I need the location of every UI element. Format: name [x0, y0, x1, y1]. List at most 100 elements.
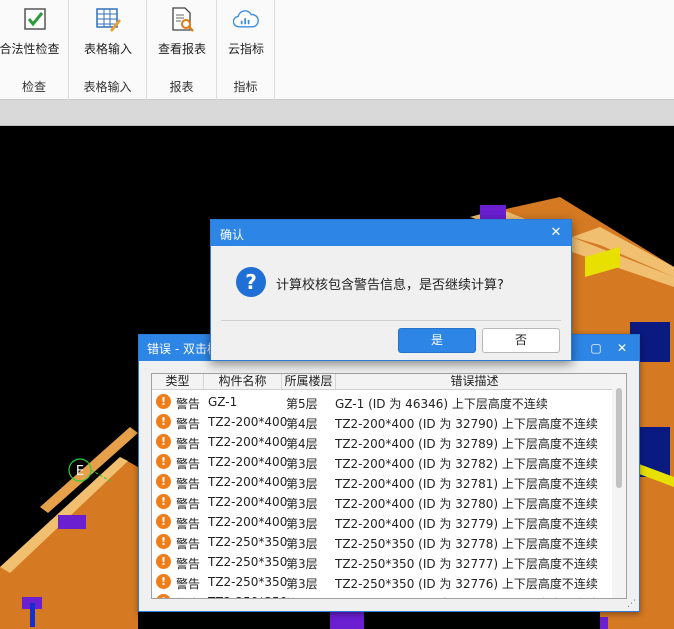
group-label-check: 检查 [21, 80, 46, 94]
toolbar-strip [0, 100, 674, 126]
dialog-divider [221, 320, 561, 321]
error-row[interactable]: ! 警告 TZ2-200*400 第3层 TZ2-200*400 (ID 为 32781… [152, 472, 614, 492]
group-label-table-input: 表格输入 [83, 80, 132, 94]
row-desc: GZ-1 (ID 为 46346) 上下层高度不连续 [335, 397, 548, 411]
check-icon [23, 8, 46, 30]
warning-icon: ! [156, 414, 171, 429]
row-name: GZ-1 [208, 395, 238, 409]
row-name: TZ2-250*350 [208, 535, 288, 549]
error-list[interactable]: 类型 构件名称 所属楼层 错误描述 ! 警告 GZ-1 第5层 GZ-1 (ID 为 4… [151, 373, 627, 599]
row-floor: 第3层 [286, 477, 318, 491]
dialog-message: 计算校核包含警告信息，是否继续计算? [276, 278, 504, 293]
row-type: 警告 [176, 577, 201, 591]
row-floor: 第3层 [286, 457, 318, 471]
row-type: 警告 [176, 397, 201, 411]
warning-icon: ! [156, 554, 171, 569]
validity-check-button[interactable]: 合法性检查 [0, 6, 69, 66]
col-desc[interactable]: 错误描述 [336, 374, 614, 390]
row-name: TZ2-200*400 [208, 435, 288, 449]
row-desc: TZ2-250*350 (ID 为 32775) 上下层高度不连续 [335, 595, 598, 598]
axis-label-e: E [76, 464, 84, 479]
row-desc: TZ2-200*400 (ID 为 32780) 上下层高度不连续 [335, 497, 598, 511]
row-type: 警告 [176, 557, 201, 571]
ribbon-group-check: 合法性检查 检查 [0, 0, 69, 100]
view-report-label: 查看报表 [157, 42, 206, 56]
row-floor: 第3层 [286, 497, 318, 511]
error-row[interactable]: ! 警告 TZ2-250*350 第3层 TZ2-250*350 (ID 为 32777… [152, 552, 614, 572]
error-window[interactable]: 错误 - 双击栏 ▢ ✕ 类型 构件名称 所属楼层 错误描述 ! 警告 GZ-1 第5… [138, 334, 640, 612]
ribbon-group-table-input: 表格输入 表格输入 [69, 0, 147, 100]
warning-icon: ! [156, 534, 171, 549]
row-desc: TZ2-200*400 (ID 为 32789) 上下层高度不连续 [335, 437, 598, 451]
ribbon: 合法性检查 检查 表格输入 表格输入 查看报表 报表 云指标 指标 [0, 0, 674, 100]
resize-grip-icon[interactable]: ⋰ [627, 599, 636, 609]
close-icon[interactable]: ✕ [613, 339, 631, 357]
view-report-button[interactable]: 查看报表 [147, 6, 217, 66]
col-floor[interactable]: 所属楼层 [282, 374, 336, 390]
error-window-title: 错误 - 双击栏 [147, 342, 219, 356]
error-row[interactable]: ! 警告 TZ2-200*400 第3层 TZ2-200*400 (ID 为 32780… [152, 492, 614, 512]
ribbon-group-report: 查看报表 报表 [147, 0, 217, 100]
maximize-icon[interactable]: ▢ [587, 339, 605, 357]
question-icon: ? [236, 267, 266, 297]
row-floor: 第4层 [286, 437, 318, 451]
row-type: 警告 [176, 517, 201, 531]
row-type: 警告 [176, 537, 201, 551]
error-list-header: 类型 构件名称 所属楼层 错误描述 [152, 374, 614, 390]
cloud-chart-icon [233, 10, 259, 28]
warning-icon: ! [156, 574, 171, 589]
error-row[interactable]: ! 警告 TZ2-200*400 第3层 TZ2-200*400 (ID 为 32779… [152, 512, 614, 532]
row-desc: TZ2-200*400 (ID 为 32779) 上下层高度不连续 [335, 517, 598, 531]
warning-icon: ! [156, 514, 171, 529]
row-type: 警告 [176, 457, 201, 471]
error-row[interactable]: ! 警告 GZ-1 第5层 GZ-1 (ID 为 46346) 上下层高度不连续 [152, 392, 614, 412]
row-desc: TZ2-250*350 (ID 为 32777) 上下层高度不连续 [335, 557, 598, 571]
row-type: 警告 [176, 417, 201, 431]
group-label-index: 指标 [233, 80, 258, 94]
row-floor: 第3层 [286, 557, 318, 571]
table-input-button[interactable]: 表格输入 [69, 6, 147, 66]
table-input-label: 表格输入 [83, 42, 132, 56]
validity-check-label: 合法性检查 [0, 42, 60, 56]
report-search-icon [172, 7, 194, 32]
dialog-titlebar[interactable]: 确认 ✕ [211, 220, 571, 246]
error-row[interactable]: ! 警告 TZ2-250*350 第3层 TZ2-250*350 (ID 为 32778… [152, 532, 614, 552]
row-desc: TZ2-200*400 (ID 为 32781) 上下层高度不连续 [335, 477, 598, 491]
no-button[interactable]: 否 [482, 328, 560, 353]
row-desc: TZ2-200*400 (ID 为 32782) 上下层高度不连续 [335, 457, 598, 471]
warning-icon: ! [156, 474, 171, 489]
row-type: 警告 [176, 497, 201, 511]
warning-icon: ! [156, 394, 171, 409]
row-floor: 第3层 [286, 577, 318, 591]
row-floor: 第3层 [286, 517, 318, 531]
cloud-index-button[interactable]: 云指标 [217, 6, 275, 66]
warning-icon: ! [156, 494, 171, 509]
row-desc: TZ2-250*350 (ID 为 32776) 上下层高度不连续 [335, 577, 598, 591]
row-name: TZ2-200*400 [208, 475, 288, 489]
row-desc: TZ2-250*350 (ID 为 32778) 上下层高度不连续 [335, 537, 598, 551]
ribbon-group-index: 云指标 指标 [217, 0, 275, 100]
confirm-dialog[interactable]: 确认 ✕ ? 计算校核包含警告信息，是否继续计算? 是 否 [210, 219, 572, 361]
col-name[interactable]: 构件名称 [204, 374, 282, 390]
warning-icon: ! [156, 434, 171, 449]
row-name: TZ2-200*400 [208, 455, 288, 469]
dialog-title: 确认 [220, 228, 245, 242]
col-type[interactable]: 类型 [152, 374, 204, 390]
error-row[interactable]: ! 警告 TZ2-200*400 第4层 TZ2-200*400 (ID 为 32790… [152, 412, 614, 432]
error-row[interactable]: ! 警告 TZ2-250*350 第3层 TZ2-250*350 (ID 为 32776… [152, 572, 614, 592]
dialog-close-icon[interactable]: ✕ [547, 224, 565, 242]
scrollbar-thumb[interactable] [616, 388, 622, 488]
warning-icon: ! [156, 454, 171, 469]
yes-button[interactable]: 是 [398, 328, 476, 353]
error-row[interactable]: ! 警告 TZ2-200*400 第3层 TZ2-200*400 (ID 为 32782… [152, 452, 614, 472]
error-row[interactable]: ! 警告 TZ2-250*350第3层 TZ2-250*350 (ID 为 32775… [152, 592, 614, 598]
row-name: TZ2-200*400 [208, 495, 288, 509]
row-floor: 第3层 [286, 595, 318, 598]
row-type: 警告 [176, 437, 201, 451]
row-name: TZ2-250*350 [208, 595, 287, 598]
row-name: TZ2-200*400 [208, 415, 288, 429]
row-type: 警告 [176, 477, 201, 491]
error-row[interactable]: ! 警告 TZ2-200*400 第4层 TZ2-200*400 (ID 为 32789… [152, 432, 614, 452]
row-name: TZ2-250*350 [208, 575, 288, 589]
error-list-scrollbar[interactable] [612, 374, 626, 598]
